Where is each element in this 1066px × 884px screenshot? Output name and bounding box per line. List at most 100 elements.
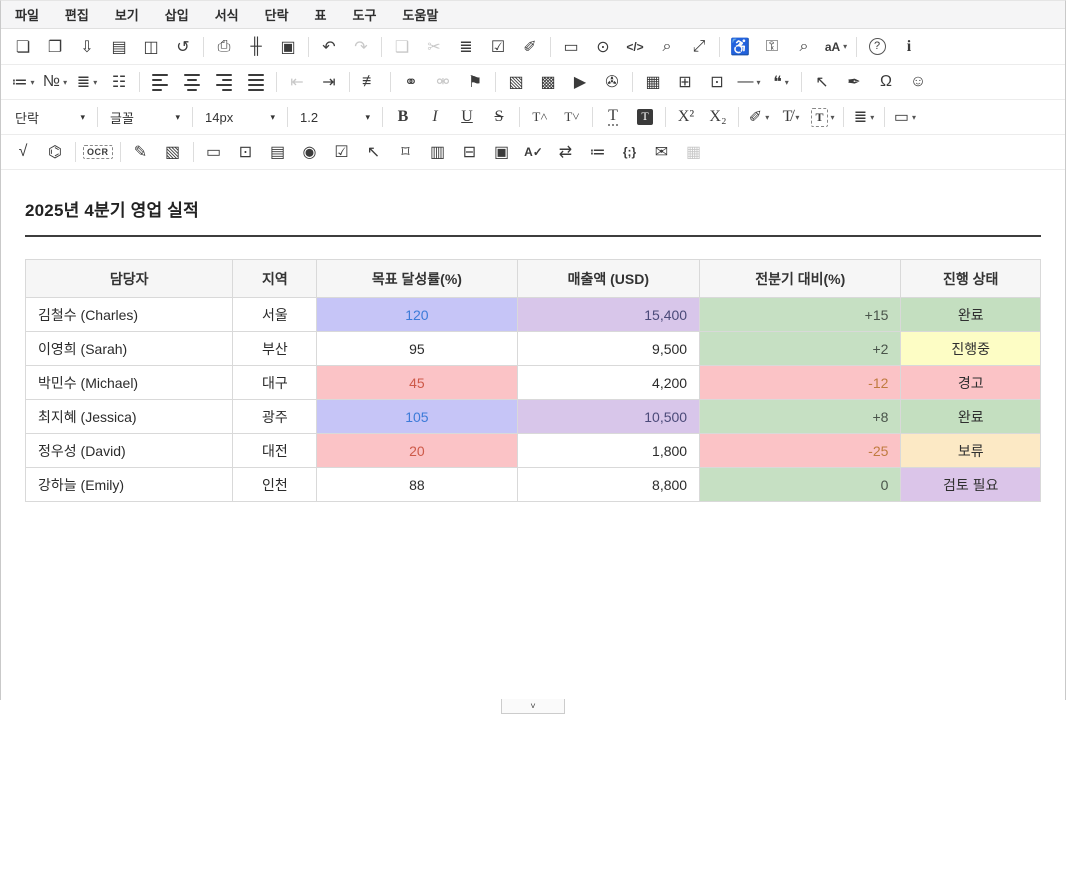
font-size-select[interactable]: 14px▾ (197, 104, 283, 130)
comment-button[interactable]: ✉ (647, 138, 677, 166)
outline-list-button[interactable]: ≣▾ (72, 68, 102, 96)
column-header-achievement[interactable]: 목표 달성률(%) (317, 260, 517, 298)
emoticon-button[interactable]: ☺ (903, 68, 933, 96)
cell-name[interactable]: 이영희 (Sarah) (26, 332, 233, 366)
cell-region[interactable]: 광주 (233, 400, 317, 434)
format-painter-button[interactable]: ✐▾ (744, 103, 774, 131)
copy-content-button[interactable]: ⇄ (551, 138, 581, 166)
cell-revenue[interactable]: 10,500 (517, 400, 700, 434)
remove-format-button[interactable]: T▾ (808, 103, 838, 131)
cell-name[interactable]: 강하늘 (Emily) (26, 468, 233, 502)
save-document-button[interactable]: ⇩ (72, 33, 102, 61)
new-document-button[interactable]: ❏ (8, 33, 38, 61)
column-header-name[interactable]: 담당자 (26, 260, 233, 298)
insert-frame-button[interactable]: ⊞ (670, 68, 700, 96)
list-box-button[interactable]: ≔ (583, 138, 613, 166)
math-formula-button[interactable]: √ (8, 138, 38, 166)
menu-format[interactable]: 서식 (202, 0, 252, 29)
zoom-search-button[interactable]: ⌕ (789, 33, 819, 61)
select-pointer-button[interactable]: ↖ (807, 68, 837, 96)
highlight-color-button[interactable]: T (630, 103, 660, 131)
cell-status[interactable]: 진행중 (901, 332, 1041, 366)
font-family-select[interactable]: 글꼴▾ (102, 104, 188, 130)
paragraph-style-select[interactable]: 단락▾ (7, 104, 93, 130)
column-header-delta[interactable]: 전분기 대비(%) (700, 260, 901, 298)
column-header-status[interactable]: 진행 상태 (901, 260, 1041, 298)
cell-delta[interactable]: -25 (700, 434, 901, 468)
cell-status[interactable]: 경고 (901, 366, 1041, 400)
line-height-select[interactable]: 1.2▾ (292, 104, 378, 130)
lock-button[interactable]: ⚿ (757, 33, 787, 61)
cell-achievement[interactable]: 20 (317, 434, 517, 468)
menu-edit[interactable]: 편집 (52, 0, 102, 29)
menu-tools[interactable]: 도구 (340, 0, 390, 29)
cell-revenue[interactable]: 8,800 (517, 468, 700, 502)
code-view-button[interactable]: </> (620, 33, 650, 61)
page-break-button[interactable]: ╫ (241, 33, 271, 61)
ai-image-button[interactable]: ▧ (158, 138, 188, 166)
page-setup-button[interactable]: ▣ (273, 33, 303, 61)
code-snippet-button[interactable]: {;} (615, 138, 645, 166)
cell-region[interactable]: 대전 (233, 434, 317, 468)
column-header-region[interactable]: 지역 (233, 260, 317, 298)
page-title[interactable]: 2025년 4분기 영업 실적 (25, 196, 1041, 237)
paste-check-button[interactable]: ☑ (483, 33, 513, 61)
cell-achievement[interactable]: 45 (317, 366, 517, 400)
ai-draw-button[interactable]: ✎ (126, 138, 156, 166)
cell-achievement[interactable]: 95 (317, 332, 517, 366)
multilevel-list-button[interactable]: ☷ (104, 68, 134, 96)
cell-delta[interactable]: +2 (700, 332, 901, 366)
horizontal-line-button[interactable]: —▾ (734, 68, 764, 96)
checkbox-button[interactable]: ☑ (327, 138, 357, 166)
accessibility-button[interactable]: ♿ (725, 33, 755, 61)
fullscreen-button[interactable]: ⤢ (684, 33, 714, 61)
ruler-button[interactable]: ▭ (556, 33, 586, 61)
align-right-button[interactable] (209, 68, 239, 96)
cell-achievement[interactable]: 105 (317, 400, 517, 434)
preview-button[interactable]: ⊙ (588, 33, 618, 61)
cell-name[interactable]: 정우성 (David) (26, 434, 233, 468)
font-size-down-button[interactable]: T˅ (557, 103, 587, 131)
menu-file[interactable]: 파일 (2, 0, 52, 29)
cell-delta[interactable]: -12 (700, 366, 901, 400)
history-restore-button[interactable]: ↺ (168, 33, 198, 61)
insert-image-button[interactable]: ▧ (501, 68, 531, 96)
menu-help[interactable]: 도움말 (389, 0, 451, 29)
cell-name[interactable]: 최지혜 (Jessica) (26, 400, 233, 434)
help-button[interactable]: ? (862, 33, 892, 61)
cell-revenue[interactable]: 9,500 (517, 332, 700, 366)
cell-delta[interactable]: +8 (700, 400, 901, 434)
document-text-button[interactable]: ▤ (104, 33, 134, 61)
menu-table[interactable]: 표 (302, 0, 340, 29)
style-settings-button[interactable]: ≣▾ (849, 103, 879, 131)
align-left-button[interactable] (145, 68, 175, 96)
bullet-list-button[interactable]: ≔▾ (8, 68, 38, 96)
insert-section-button[interactable]: ⊡ (702, 68, 732, 96)
form-panel-button[interactable]: ▣ (487, 138, 517, 166)
cell-status[interactable]: 보류 (901, 434, 1041, 468)
bookmark-button[interactable]: ⚑ (460, 68, 490, 96)
cell-revenue[interactable]: 1,800 (517, 434, 700, 468)
cell-status[interactable]: 완료 (901, 298, 1041, 332)
form-list-button[interactable]: ⊟ (455, 138, 485, 166)
attach-file-button[interactable]: ✇ (597, 68, 627, 96)
cell-revenue[interactable]: 15,400 (517, 298, 700, 332)
cell-name[interactable]: 김철수 (Charles) (26, 298, 233, 332)
cell-revenue[interactable]: 4,200 (517, 366, 700, 400)
image-gallery-button[interactable]: ▩ (533, 68, 563, 96)
insert-table-button[interactable]: ▦ (638, 68, 668, 96)
cell-delta[interactable]: +15 (700, 298, 901, 332)
strikethrough-button[interactable]: S (484, 103, 514, 131)
paste-special-button[interactable]: ✐ (515, 33, 545, 61)
align-center-button[interactable] (177, 68, 207, 96)
select-control-button[interactable]: ↖ (359, 138, 389, 166)
cell-status[interactable]: 완료 (901, 400, 1041, 434)
cell-status[interactable]: 검토 필요 (901, 468, 1041, 502)
bold-button[interactable]: B (388, 103, 418, 131)
cell-delta[interactable]: 0 (700, 468, 901, 502)
textarea-field-button[interactable]: ⊡ (231, 138, 261, 166)
text-case-button[interactable]: aA▾ (821, 33, 851, 61)
line-options-button[interactable]: ≢ (355, 68, 385, 96)
spell-check-button[interactable]: A✓ (519, 138, 549, 166)
preview-device-button[interactable]: ▭▾ (890, 103, 920, 131)
